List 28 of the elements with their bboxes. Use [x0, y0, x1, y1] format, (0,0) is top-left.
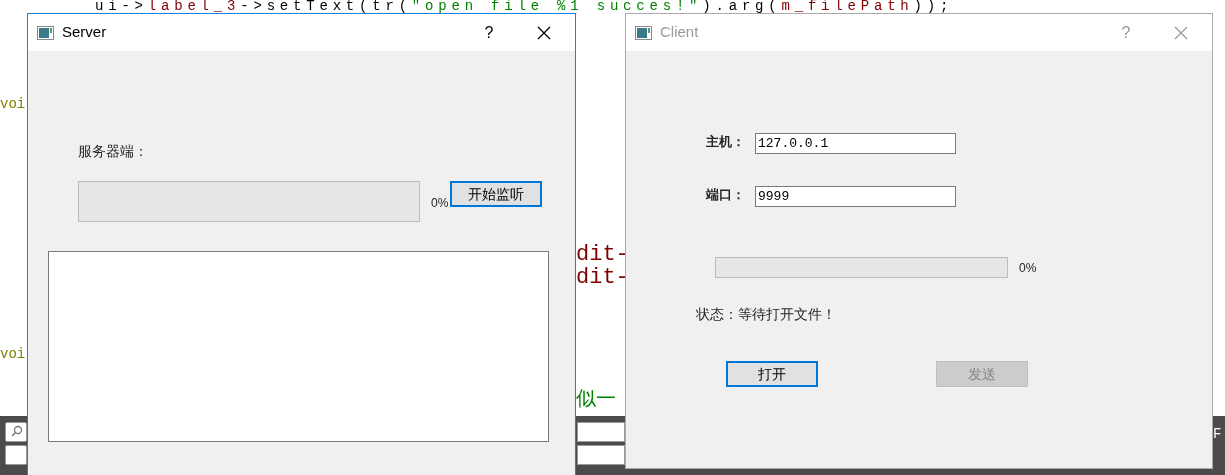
- code-fragment: dit-: [576, 267, 629, 289]
- progress-label: 0%: [1019, 259, 1037, 277]
- status-text: 状态：等待打开文件！: [696, 305, 836, 324]
- input-field[interactable]: 127.0.0.1: [755, 133, 956, 155]
- button[interactable]: 开始监听: [450, 181, 543, 207]
- help-button[interactable]: ?: [479, 20, 499, 45]
- progress-label: 0%: [431, 195, 449, 212]
- window-title: Server: [62, 22, 107, 43]
- search-icon: [10, 425, 24, 439]
- field-label: 服务器端：: [78, 143, 148, 159]
- code-fragment: 似一: [576, 387, 616, 409]
- code-fragment: F: [1213, 425, 1222, 444]
- window-title: Client: [660, 22, 699, 43]
- input-field[interactable]: 9999: [755, 185, 956, 207]
- code-fragment: voi: [0, 346, 26, 362]
- text-field[interactable]: [577, 422, 625, 442]
- close-icon[interactable]: [537, 25, 551, 40]
- search-field[interactable]: [5, 422, 27, 442]
- app-icon: [635, 25, 652, 40]
- field-label: 端口：: [706, 185, 746, 204]
- code-line: ui->label_3->setText(tr("open file %1 succes!").arg(m_filePath));: [95, 0, 954, 13]
- text-field[interactable]: [577, 445, 625, 465]
- code-fragment: dit-: [576, 244, 629, 266]
- button[interactable]: 打开: [726, 361, 818, 387]
- app-icon: [37, 25, 54, 40]
- field-label: 主机：: [706, 133, 746, 151]
- code-fragment: voi: [0, 96, 26, 112]
- text-field[interactable]: [5, 445, 27, 465]
